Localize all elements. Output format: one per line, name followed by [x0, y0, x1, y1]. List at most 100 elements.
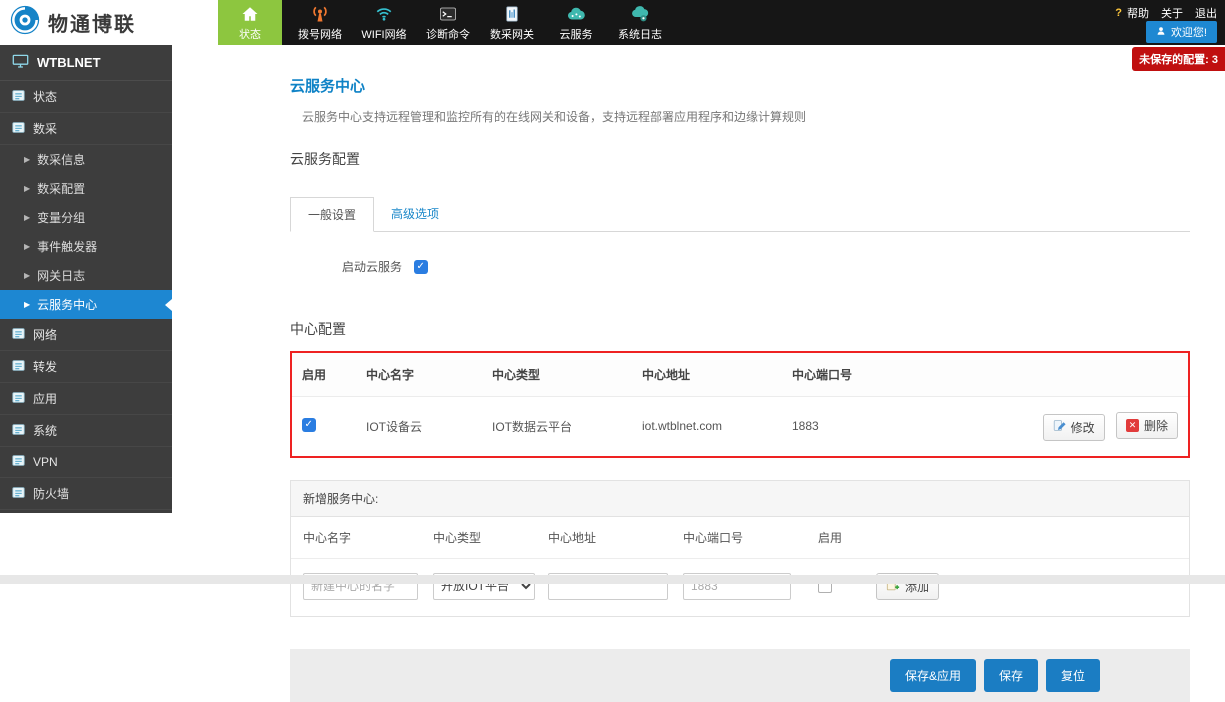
th-center-port: 中心端口号	[782, 353, 1013, 397]
sidebar-item-data-collection[interactable]: 数采	[0, 113, 172, 145]
reset-button[interactable]: 复位	[1046, 659, 1100, 692]
sidebar-subitem-label: 事件触发器	[37, 238, 97, 255]
nav-item-status[interactable]: 状态	[218, 0, 282, 45]
th-enable: 启用	[292, 353, 356, 397]
nav-item-cloud-service[interactable]: 云服务	[544, 0, 608, 45]
row-enable-checkbox[interactable]	[302, 418, 316, 432]
list-icon	[12, 454, 25, 470]
add-center-block: 新增服务中心: 中心名字 中心类型 中心地址 中心端口号 启用 开放IOT平台	[290, 480, 1190, 617]
sidebar-subitem-variable-group[interactable]: ▶ 变量分组	[0, 203, 172, 232]
sidebar-subitem-label: 变量分组	[37, 209, 85, 226]
sidebar-item-label: 数采	[33, 120, 57, 137]
sidebar-item-label: 状态	[33, 88, 57, 105]
sidebar-subitem-data-config[interactable]: ▶ 数采配置	[0, 174, 172, 203]
nav-item-data-gateway[interactable]: 数采网关	[480, 0, 544, 45]
footer-action-bar: 保存&应用 保存 复位	[290, 649, 1190, 702]
sidebar-item-system[interactable]: 系统	[0, 415, 172, 447]
cell-center-port: 1883	[782, 397, 1013, 456]
sidebar-item-vpn[interactable]: VPN	[0, 447, 172, 478]
welcome-label: 欢迎您!	[1171, 24, 1207, 40]
table-header-row: 启用 中心名字 中心类型 中心地址 中心端口号	[292, 353, 1188, 397]
add-label-enable: 启用	[818, 529, 876, 546]
nav-item-dial-network[interactable]: 拨号网络	[288, 0, 352, 45]
enable-cloud-label: 启动云服务	[342, 258, 402, 275]
unsaved-config-badge[interactable]: 未保存的配置: 3	[1132, 47, 1225, 71]
chevron-right-icon: ▶	[24, 155, 30, 164]
list-icon	[12, 486, 25, 502]
nav-item-label: 拨号网络	[298, 26, 342, 42]
sidebar-subitem-label: 数采配置	[37, 180, 85, 197]
sidebar-item-label: VPN	[33, 455, 58, 469]
sidebar-subitem-label: 云服务中心	[37, 296, 97, 313]
brand-logo-text: 物通博联	[48, 8, 136, 37]
sidebar-item-status[interactable]: 状态	[0, 81, 172, 113]
top-header: 物通博联 状态 拨号网络 WIFI网络 诊断命令	[0, 0, 1225, 45]
th-actions	[1013, 353, 1188, 397]
sidebar-item-application[interactable]: 应用	[0, 383, 172, 415]
system-log-icon	[629, 4, 651, 24]
add-center-fields: 开放IOT平台 添加	[291, 559, 1189, 616]
add-label-center-name: 中心名字	[303, 529, 433, 546]
centers-table: 启用 中心名字 中心类型 中心地址 中心端口号 IOT设备云 IOT数据云平台 …	[292, 353, 1188, 456]
help-link[interactable]: 帮助	[1127, 5, 1149, 21]
th-center-name: 中心名字	[356, 353, 482, 397]
nav-item-wifi-network[interactable]: WIFI网络	[352, 0, 416, 45]
brand-logo-icon	[10, 5, 40, 40]
nav-item-label: 云服务	[560, 26, 593, 42]
terminal-icon	[438, 4, 458, 24]
add-label-center-port: 中心端口号	[683, 529, 818, 546]
logout-link[interactable]: 退出	[1195, 5, 1217, 21]
delete-button[interactable]: 删除	[1116, 412, 1178, 439]
sidebar-subitem-gateway-log[interactable]: ▶ 网关日志	[0, 261, 172, 290]
save-button[interactable]: 保存	[984, 659, 1038, 692]
th-center-address: 中心地址	[632, 353, 782, 397]
chevron-right-icon: ▶	[24, 242, 30, 251]
list-icon	[12, 327, 25, 343]
list-icon	[12, 89, 25, 105]
top-right-area: ? 帮助 关于 退出 欢迎您!	[1107, 0, 1225, 45]
sidebar-item-network[interactable]: 网络	[0, 319, 172, 351]
table-row: IOT设备云 IOT数据云平台 iot.wtblnet.com 1883 修改	[292, 397, 1188, 456]
list-icon	[12, 121, 25, 137]
list-icon	[12, 423, 25, 439]
cell-center-address: iot.wtblnet.com	[632, 397, 782, 456]
tab-advanced-options[interactable]: 高级选项	[374, 197, 456, 231]
edit-button-label: 修改	[1071, 419, 1095, 436]
add-center-title: 新增服务中心:	[291, 481, 1189, 517]
sidebar-subitem-data-info[interactable]: ▶ 数采信息	[0, 145, 172, 174]
section-cloud-config-title: 云服务配置	[290, 149, 1190, 169]
top-nav: 状态 拨号网络 WIFI网络 诊断命令 数采网关	[218, 0, 672, 45]
cell-actions: 修改 删除	[1013, 397, 1188, 456]
tab-general-settings[interactable]: 一般设置	[290, 197, 374, 232]
sidebar: WTBLNET 状态 数采 ▶ 数采信息 ▶ 数采配置 ▶ 变量分组 ▶ 事件触…	[0, 45, 172, 513]
nav-item-label: 诊断命令	[426, 26, 470, 42]
nav-item-system-log[interactable]: 系统日志	[608, 0, 672, 45]
welcome-badge[interactable]: 欢迎您!	[1146, 21, 1217, 43]
nav-item-diagnostic-command[interactable]: 诊断命令	[416, 0, 480, 45]
section-center-config-title: 中心配置	[290, 319, 1190, 339]
save-apply-button[interactable]: 保存&应用	[890, 659, 976, 692]
edit-button[interactable]: 修改	[1043, 414, 1105, 441]
sidebar-item-label: 防火墙	[33, 485, 69, 502]
centers-table-highlight: 启用 中心名字 中心类型 中心地址 中心端口号 IOT设备云 IOT数据云平台 …	[290, 351, 1190, 458]
sidebar-header: WTBLNET	[0, 45, 172, 81]
wifi-icon	[374, 4, 394, 24]
sidebar-item-label: 应用	[33, 390, 57, 407]
about-link[interactable]: 关于	[1161, 5, 1183, 21]
cloud-icon	[565, 4, 587, 24]
sidebar-subitem-cloud-service-center[interactable]: ▶ 云服务中心	[0, 290, 172, 319]
nav-item-label: WIFI网络	[361, 26, 406, 42]
cell-center-type: IOT数据云平台	[482, 397, 632, 456]
sidebar-item-forwarding[interactable]: 转发	[0, 351, 172, 383]
cell-center-name: IOT设备云	[356, 397, 482, 456]
chevron-right-icon: ▶	[24, 271, 30, 280]
sidebar-item-firewall[interactable]: 防火墙	[0, 478, 172, 510]
enable-cloud-checkbox[interactable]	[414, 260, 428, 274]
chevron-right-icon: ▶	[24, 300, 30, 309]
nav-item-label: 系统日志	[618, 26, 662, 42]
add-label-center-address: 中心地址	[548, 529, 683, 546]
sidebar-subitem-label: 数采信息	[37, 151, 85, 168]
main-content: 未保存的配置: 3 云服务中心 云服务中心支持远程管理和监控所有的在线网关和设备…	[172, 45, 1225, 702]
list-icon	[12, 391, 25, 407]
sidebar-subitem-event-trigger[interactable]: ▶ 事件触发器	[0, 232, 172, 261]
